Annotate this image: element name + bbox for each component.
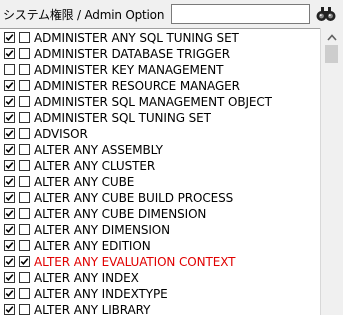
granted-checkbox[interactable] xyxy=(4,240,15,251)
granted-checkbox[interactable] xyxy=(4,224,15,235)
vertical-scrollbar[interactable] xyxy=(320,28,343,315)
admin-option-checkbox[interactable] xyxy=(19,80,30,91)
privilege-label: ALTER ANY CUBE DIMENSION xyxy=(34,207,207,221)
privilege-label: ADMINISTER DATABASE TRIGGER xyxy=(34,47,230,61)
admin-option-checkbox[interactable] xyxy=(19,272,30,283)
list-item[interactable]: ADMINISTER DATABASE TRIGGER xyxy=(0,46,320,62)
list-item[interactable]: ADMINISTER SQL TUNING SET xyxy=(0,110,320,126)
list-item[interactable]: ALTER ANY EVALUATION CONTEXT xyxy=(0,254,320,270)
scrollbar-thumb[interactable] xyxy=(325,45,338,63)
list-item[interactable]: ADMINISTER SQL MANAGEMENT OBJECT xyxy=(0,94,320,110)
list-item[interactable]: ADMINISTER KEY MANAGEMENT xyxy=(0,62,320,78)
system-privileges-panel: システム権限 / Admin Option ADMINISTER ANY SQL… xyxy=(0,0,343,315)
admin-option-checkbox[interactable] xyxy=(19,208,30,219)
granted-checkbox[interactable] xyxy=(4,112,15,123)
privilege-label: ALTER ANY EVALUATION CONTEXT xyxy=(34,255,236,269)
admin-option-checkbox[interactable] xyxy=(19,112,30,123)
list-item[interactable]: ADMINISTER ANY SQL TUNING SET xyxy=(0,30,320,46)
privilege-label: ALTER ANY LIBRARY xyxy=(34,303,151,315)
admin-option-checkbox[interactable] xyxy=(19,128,30,139)
admin-option-checkbox[interactable] xyxy=(19,256,30,267)
granted-checkbox[interactable] xyxy=(4,144,15,155)
list-item[interactable]: ALTER ANY CUBE DIMENSION xyxy=(0,206,320,222)
search-input[interactable] xyxy=(171,4,310,24)
granted-checkbox[interactable] xyxy=(4,32,15,43)
list-item[interactable]: ALTER ANY ASSEMBLY xyxy=(0,142,320,158)
privilege-label: ADMINISTER ANY SQL TUNING SET xyxy=(34,31,239,45)
privilege-label: ALTER ANY CLUSTER xyxy=(34,159,156,173)
admin-option-checkbox[interactable] xyxy=(19,240,30,251)
privilege-label: ADMINISTER KEY MANAGEMENT xyxy=(34,63,224,77)
granted-checkbox[interactable] xyxy=(4,96,15,107)
granted-checkbox[interactable] xyxy=(4,160,15,171)
privilege-label: ALTER ANY ASSEMBLY xyxy=(34,143,163,157)
privilege-label: ADMINISTER SQL TUNING SET xyxy=(34,111,211,125)
admin-option-checkbox[interactable] xyxy=(19,64,30,75)
header-bar: システム権限 / Admin Option xyxy=(0,0,343,28)
list-item[interactable]: ALTER ANY CLUSTER xyxy=(0,158,320,174)
list-item[interactable]: ADVISOR xyxy=(0,126,320,142)
admin-option-checkbox[interactable] xyxy=(19,224,30,235)
privilege-label: ALTER ANY DIMENSION xyxy=(34,223,171,237)
admin-option-checkbox[interactable] xyxy=(19,144,30,155)
granted-checkbox[interactable] xyxy=(4,64,15,75)
header-label: システム権限 / Admin Option xyxy=(3,8,165,22)
granted-checkbox[interactable] xyxy=(4,288,15,299)
granted-checkbox[interactable] xyxy=(4,272,15,283)
admin-option-checkbox[interactable] xyxy=(19,48,30,59)
granted-checkbox[interactable] xyxy=(4,176,15,187)
granted-checkbox[interactable] xyxy=(4,80,15,91)
privilege-label: ALTER ANY CUBE xyxy=(34,175,135,189)
list-item[interactable]: ALTER ANY INDEXTYPE xyxy=(0,286,320,302)
admin-option-checkbox[interactable] xyxy=(19,32,30,43)
admin-option-checkbox[interactable] xyxy=(19,192,30,203)
privilege-label: ADMINISTER SQL MANAGEMENT OBJECT xyxy=(34,95,272,109)
admin-option-checkbox[interactable] xyxy=(19,288,30,299)
granted-checkbox[interactable] xyxy=(4,48,15,59)
admin-option-checkbox[interactable] xyxy=(19,304,30,315)
list-item[interactable]: ALTER ANY LIBRARY xyxy=(0,302,320,315)
list-item[interactable]: ALTER ANY DIMENSION xyxy=(0,222,320,238)
privilege-label: ADMINISTER RESOURCE MANAGER xyxy=(34,79,240,93)
privilege-label: ALTER ANY CUBE BUILD PROCESS xyxy=(34,191,234,205)
list-item[interactable]: ALTER ANY CUBE BUILD PROCESS xyxy=(0,190,320,206)
privilege-label: ALTER ANY EDITION xyxy=(34,239,151,253)
privilege-label: ALTER ANY INDEXTYPE xyxy=(34,287,168,301)
admin-option-checkbox[interactable] xyxy=(19,160,30,171)
list-item[interactable]: ALTER ANY EDITION xyxy=(0,238,320,254)
privilege-label: ADVISOR xyxy=(34,127,88,141)
granted-checkbox[interactable] xyxy=(4,256,15,267)
granted-checkbox[interactable] xyxy=(4,128,15,139)
granted-checkbox[interactable] xyxy=(4,304,15,315)
granted-checkbox[interactable] xyxy=(4,192,15,203)
scroll-up-arrow-icon[interactable] xyxy=(325,30,339,44)
privilege-list: ADMINISTER ANY SQL TUNING SET ADMINISTER … xyxy=(0,28,320,315)
list-item[interactable]: ALTER ANY CUBE xyxy=(0,174,320,190)
find-button[interactable] xyxy=(315,5,337,23)
binoculars-icon xyxy=(315,7,337,26)
admin-option-checkbox[interactable] xyxy=(19,176,30,187)
privilege-label: ALTER ANY INDEX xyxy=(34,271,139,285)
granted-checkbox[interactable] xyxy=(4,208,15,219)
admin-option-checkbox[interactable] xyxy=(19,96,30,107)
list-item[interactable]: ALTER ANY INDEX xyxy=(0,270,320,286)
list-item[interactable]: ADMINISTER RESOURCE MANAGER xyxy=(0,78,320,94)
